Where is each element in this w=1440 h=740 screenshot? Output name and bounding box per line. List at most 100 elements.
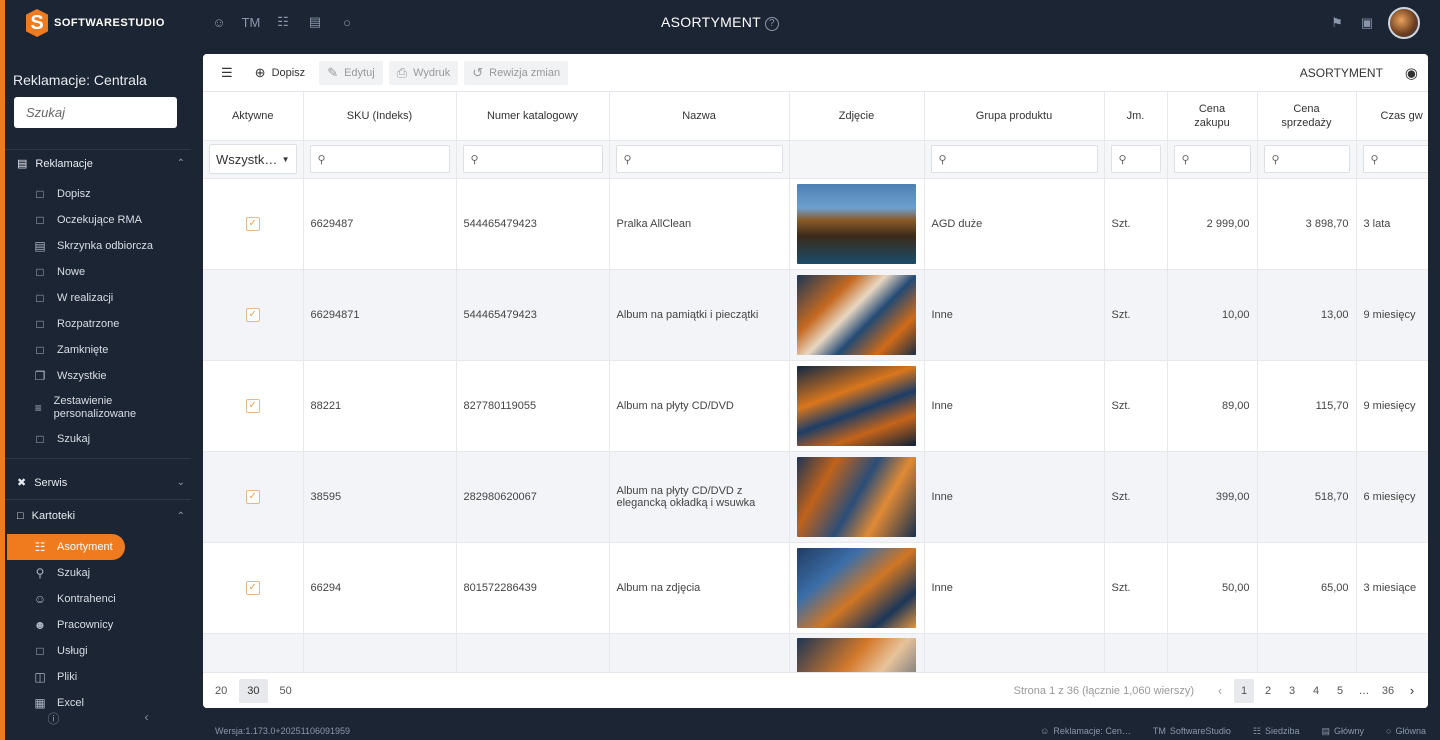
sidebar-item-asortyment[interactable]: ☷ Asortyment [7, 534, 125, 560]
col-header-buy-price[interactable]: Cena zakupu [1167, 92, 1258, 141]
prev-page-icon[interactable]: ‹ [1210, 679, 1230, 703]
product-photo[interactable] [797, 365, 916, 446]
palette-icon[interactable]: ◉ [1405, 64, 1418, 82]
history-button[interactable]: ↺ Rewizja zmian [464, 60, 569, 85]
sidebar-footer: ⓘ ‹ [5, 710, 191, 727]
hierarchy-icon[interactable]: ☷ [274, 12, 292, 32]
product-photo[interactable] [797, 547, 916, 628]
table-row[interactable]: ✓ 66294 801572286439 Album na zdjęcia In… [203, 542, 1428, 634]
next-page-icon[interactable]: › [1402, 679, 1422, 703]
unit-filter-input[interactable]: ⚲ [1110, 145, 1161, 173]
collapse-sidebar-icon[interactable]: ‹ [144, 710, 148, 727]
active-checkbox[interactable]: ✓ [245, 398, 260, 413]
catalog-filter-input[interactable]: ⚲ [462, 145, 603, 173]
flag-icon[interactable]: ⚑ [1328, 13, 1346, 33]
col-header-unit[interactable]: Jm. [1104, 92, 1168, 141]
sidebar-item-rozpatrzone[interactable]: □ Rozpatrzone [33, 317, 119, 331]
sku-filter-input[interactable]: ⚲ [309, 145, 450, 173]
name-filter-input[interactable]: ⚲ [615, 145, 783, 173]
cell-buy-price: 50,00 [1167, 542, 1258, 634]
col-header-group[interactable]: Grupa produktu [924, 92, 1105, 141]
page-1[interactable]: 1 [1234, 679, 1254, 703]
section-kartoteki[interactable]: □ Kartoteki ⌃ [17, 510, 185, 522]
sidebar-item-label: Asortyment [57, 541, 113, 553]
col-header-catalog[interactable]: Numer katalogowy [456, 92, 610, 141]
status-bar: Wersja:1.173.0+20251106091959 ☺ Reklamacj… [191, 722, 1440, 740]
page-36[interactable]: 36 [1378, 679, 1398, 703]
col-header-warranty[interactable]: Czas gw [1356, 92, 1428, 141]
page-3[interactable]: 3 [1282, 679, 1302, 703]
page-4[interactable]: 4 [1306, 679, 1326, 703]
table-row[interactable]: ✓ 6629487 544465479423 Pralka AllClean A… [203, 178, 1428, 270]
help-circle-icon[interactable]: ⓘ [47, 710, 59, 727]
sidebar-item-pliki[interactable]: ◫ Pliki [33, 670, 77, 684]
page-info: Strona 1 z 36 (łącznie 1,060 wierszy) [1013, 685, 1194, 697]
sidebar-item-dopisz[interactable]: □ Dopisz [33, 187, 90, 201]
active-filter-select[interactable]: Wszystk… ▼ [209, 144, 297, 174]
product-photo[interactable] [797, 456, 916, 537]
status-seat[interactable]: ☷ Siedziba [1253, 726, 1300, 737]
contact-card-icon[interactable]: ▣ [1358, 13, 1376, 33]
section-reklamacje[interactable]: ▤ Reklamacje ⌃ [17, 157, 185, 171]
table-row[interactable] [203, 633, 1428, 672]
sell-price-filter-input[interactable]: ⚲ [1263, 145, 1350, 173]
sidebar-item-szukaj-reklamacje[interactable]: □ Szukaj [33, 432, 90, 446]
sidebar-item-w-realizacji[interactable]: □ W realizacji [33, 291, 113, 305]
col-header-sku[interactable]: SKU (Indeks) [303, 92, 457, 141]
sidebar-item-nowe[interactable]: □ Nowe [33, 265, 85, 279]
sidebar-item-kontrahenci[interactable]: ☺ Kontrahenci [33, 592, 116, 606]
page-size-30[interactable]: 30 [239, 678, 268, 703]
col-header-aktywne[interactable]: Aktywne [203, 92, 304, 141]
menu-button[interactable]: ☰ [213, 61, 241, 85]
page-size-50[interactable]: 50 [272, 679, 300, 703]
sidebar-item-wszystkie[interactable]: ❐ Wszystkie [33, 369, 107, 383]
page-5[interactable]: 5 [1330, 679, 1350, 703]
status-warehouse[interactable]: ▤ Główny [1322, 726, 1365, 737]
help-icon[interactable]: ? [764, 17, 779, 31]
col-header-sell-price[interactable]: Cena sprzedaży [1257, 92, 1357, 141]
buy-price-filter-input[interactable]: ⚲ [1173, 145, 1251, 173]
section-serwis[interactable]: ✖ Serwis ⌄ [17, 476, 185, 490]
sidebar-search-input[interactable]: Szukaj [14, 97, 177, 128]
col-header-photo[interactable]: Zdjęcie [789, 92, 925, 141]
edit-button[interactable]: ✎ Edytuj [319, 60, 383, 85]
logo[interactable]: S SOFTWARESTUDIO [26, 9, 165, 37]
users-icon[interactable]: ☺ [210, 12, 228, 32]
contacts-icon: ☺ [33, 592, 47, 606]
sidebar-item-excel[interactable]: ▦ Excel [33, 696, 84, 710]
active-checkbox[interactable]: ✓ [245, 216, 260, 231]
product-photo[interactable] [797, 183, 916, 264]
warranty-filter-input[interactable]: ⚲ [1362, 145, 1428, 173]
tm-icon[interactable]: TM [242, 12, 261, 32]
avatar[interactable] [1388, 7, 1420, 39]
product-photo[interactable] [797, 637, 916, 672]
table-row[interactable]: ✓ 66294871 544465479423 Album na pamiątk… [203, 269, 1428, 361]
cell-warranty: 3 lata [1356, 178, 1428, 270]
circle-icon[interactable]: ○ [338, 12, 356, 32]
chevron-down-icon: ⌄ [176, 477, 185, 488]
group-filter-input[interactable]: ⚲ [930, 145, 1098, 173]
sidebar-item-label: Pracownicy [57, 619, 114, 631]
sidebar-item-uslugi[interactable]: □ Usługi [33, 644, 87, 658]
table-row[interactable]: ✓ 38595 282980620067 Album na płyty CD/D… [203, 451, 1428, 543]
status-company[interactable]: ☺ Reklamacje: Cen… [1040, 726, 1131, 737]
sidebar-item-skrzynka[interactable]: ▤ Skrzynka odbiorcza [33, 239, 153, 253]
product-photo[interactable] [797, 274, 916, 355]
sidebar-item-pracownicy[interactable]: ☻ Pracownicy [33, 618, 114, 632]
status-studio[interactable]: TM SoftwareStudio [1153, 726, 1231, 737]
active-checkbox[interactable]: ✓ [245, 580, 260, 595]
sidebar-item-zamkniete[interactable]: □ Zamknięte [33, 343, 108, 357]
add-button[interactable]: ⊕ Dopisz [247, 61, 314, 85]
page-2[interactable]: 2 [1258, 679, 1278, 703]
sidebar-item-zestawienie[interactable]: ≡ Zestawienie personalizowane [33, 395, 163, 421]
status-main[interactable]: ○ Główna [1386, 726, 1426, 737]
warehouse-icon[interactable]: ▤ [306, 12, 324, 32]
sidebar-item-oczekujace[interactable]: □ Oczekujące RMA [33, 213, 142, 227]
table-row[interactable]: ✓ 88221 827780119055 Album na płyty CD/D… [203, 360, 1428, 452]
active-checkbox[interactable]: ✓ [245, 307, 260, 322]
col-header-name[interactable]: Nazwa [609, 92, 790, 141]
page-size-20[interactable]: 20 [207, 679, 235, 703]
active-checkbox[interactable]: ✓ [245, 489, 260, 504]
sidebar-item-szukaj[interactable]: ⚲ Szukaj [33, 566, 90, 580]
print-button[interactable]: ⎙ Wydruk [388, 60, 459, 85]
